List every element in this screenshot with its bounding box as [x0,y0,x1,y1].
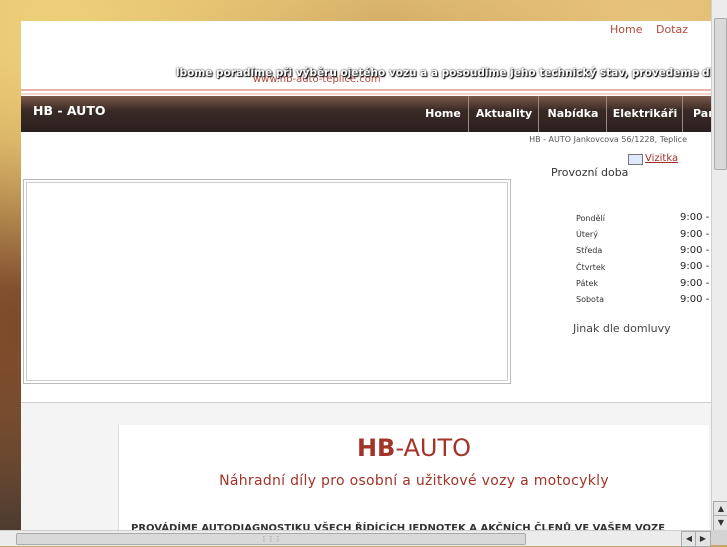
brand-logo[interactable]: HB - AUTO [33,103,105,118]
hours-time: 9:00 - [680,261,710,272]
hours-time: 9:00 - [680,294,710,305]
grip-icon: ⋮⋮⋮ [260,535,282,543]
content-card: HB-AUTO Náhradní díly pro osobní a užitk… [118,425,709,531]
vertical-scroll-thumb[interactable] [714,18,727,170]
hours-title: Provozní doba [551,166,629,179]
nav-elektrikari[interactable]: Elektrikáři [606,96,683,132]
page-subtitle: Náhradní díly pro osobní a užitkové vozy… [219,473,609,489]
nav-home[interactable]: Home [418,96,468,132]
hours-day: Úterý [576,230,598,239]
main-navbar: HB - AUTO Home Aktuality Nabídka Elektri… [21,96,714,132]
address-line: HB - AUTO Jankovcova 56/1228, Teplice [529,135,687,144]
page-title: HB-AUTO [119,434,709,462]
map-frame[interactable] [23,179,511,384]
hours-time: 9:00 - [680,212,710,223]
nav-aktuality[interactable]: Aktuality [468,96,539,132]
vizitka-link[interactable]: Vizitka [645,153,678,164]
top-link-dotaz[interactable]: Dotaz [656,23,688,36]
hours-other: Jinak dle domluvy [573,322,671,335]
title-bold: HB [356,434,396,462]
horizontal-scrollbar[interactable]: ⋮⋮⋮ ◀ ▶ [0,530,711,547]
hours-time: 9:00 - [680,229,710,240]
hours-day: Čtvrtek [576,263,606,272]
business-card-icon [628,154,643,165]
nav-par[interactable]: Par [682,96,714,132]
content-section: HB-AUTO Náhradní díly pro osobní a užitk… [21,403,714,531]
header-stripe [21,89,714,91]
nav-nabidka[interactable]: Nabídka [538,96,607,132]
hours-time: 9:00 - [680,245,710,256]
scrollbar-corner [711,530,727,545]
hours-day: Pátek [576,279,599,288]
header-stripe-light [21,93,714,95]
hours-day: Pondělí [576,214,605,223]
marquee-text: lbome poradíme při výběru ojetého vozu a… [176,67,714,79]
vertical-scrollbar[interactable]: ▲ ▼ [711,0,727,531]
title-rest: -AUTO [395,434,472,462]
hours-day: Středa [576,246,603,255]
horizontal-scroll-thumb[interactable]: ⋮⋮⋮ [16,533,526,545]
scroll-down-icon[interactable]: ▼ [713,515,727,531]
page: Home Dotaz www.hb-auto-teplice.com lbome… [21,21,714,531]
top-link-home[interactable]: Home [610,23,642,36]
hours-day: Sobota [576,295,604,304]
top-links: Home Dotaz [600,23,688,36]
hours-time: 9:00 - [680,278,710,289]
